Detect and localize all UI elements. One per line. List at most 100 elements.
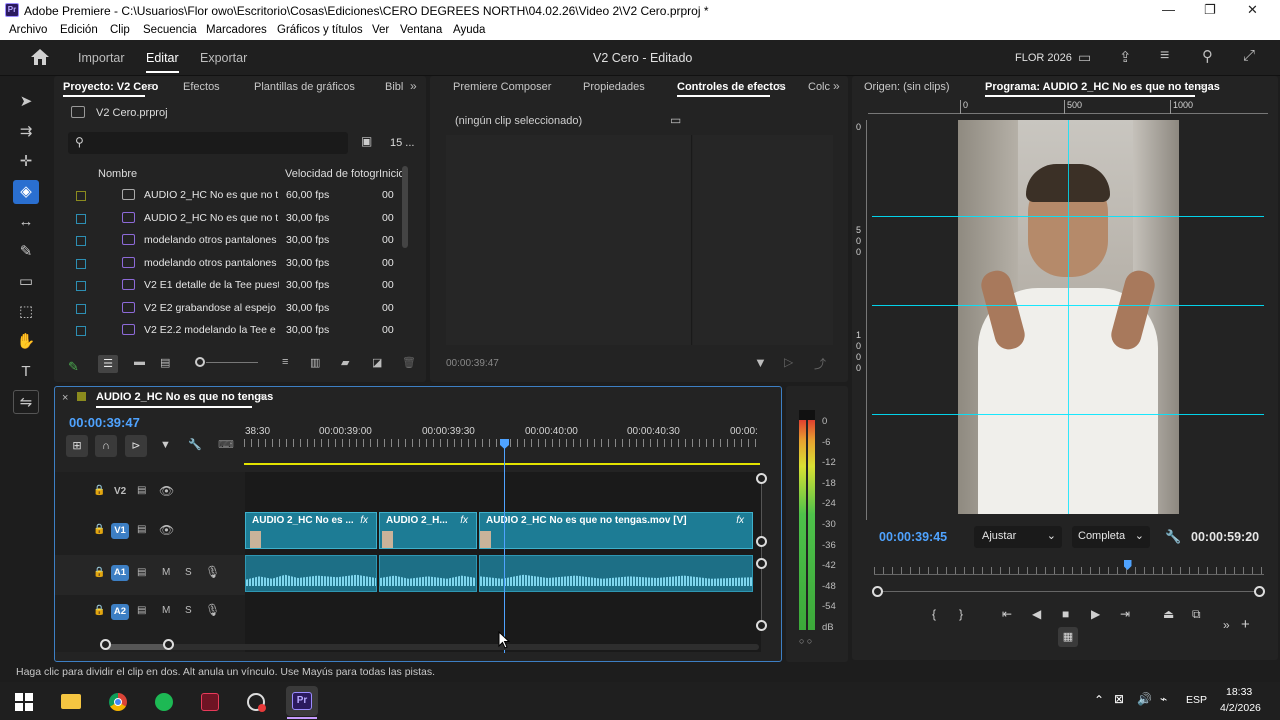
track-a2-label[interactable]: A2: [111, 604, 129, 620]
zoom-bar-track[interactable]: [874, 591, 1262, 592]
clock-date[interactable]: 4/2/2026: [1220, 702, 1261, 714]
sync-lock-icon[interactable]: ▤: [137, 485, 146, 496]
add-marker-icon[interactable]: ▼: [160, 439, 171, 451]
speedtest-icon[interactable]: [240, 688, 272, 716]
project-list-item[interactable]: V2 E2 grabandose al espejo c 30,00 fps 00: [66, 298, 406, 320]
captions-icon[interactable]: ⌨: [218, 438, 234, 451]
play-audio-icon[interactable]: ▷: [784, 355, 793, 369]
fit-dropdown[interactable]: Ajustar ⌄: [974, 526, 1062, 548]
lock-icon[interactable]: 🔒: [93, 567, 105, 578]
tab-menu-icon[interactable]: ≡: [1200, 81, 1206, 93]
solo-buttons[interactable]: ○ ○: [799, 636, 812, 646]
tab-premiere-composer[interactable]: Premiere Composer: [453, 81, 551, 93]
tab-effect-controls[interactable]: Controles de efectos: [677, 81, 786, 93]
label-color-swatch[interactable]: [76, 213, 86, 224]
razor-tool-icon[interactable]: ◈: [13, 180, 39, 204]
menu-lines-icon[interactable]: ≡: [1160, 47, 1169, 65]
project-list-item[interactable]: AUDIO 2_HC No es que no t 60,00 fps 00: [66, 185, 406, 207]
label-color-swatch[interactable]: [76, 258, 86, 269]
tray-app-icon[interactable]: ⊠: [1114, 692, 1124, 706]
step-back-icon[interactable]: ◀: [1032, 607, 1041, 621]
go-to-in-icon[interactable]: ⇤: [1002, 607, 1012, 621]
menu-clip[interactable]: Clip: [110, 24, 130, 36]
fullscreen-icon[interactable]: ⤢: [1243, 47, 1255, 64]
project-list-item[interactable]: modelando otros pantalones 30,00 fps 00: [66, 253, 406, 275]
track-v1-label[interactable]: V1: [111, 523, 129, 539]
stop-icon[interactable]: ■: [1062, 607, 1069, 621]
tab-menu-icon[interactable]: ≡: [147, 81, 153, 93]
program-time-ruler[interactable]: [874, 567, 1264, 575]
video-clip-2[interactable]: AUDIO 2_H... fx: [379, 512, 477, 549]
sync-lock-icon[interactable]: ▤: [137, 567, 146, 578]
share-icon[interactable]: ⇪: [1119, 48, 1132, 66]
eye-icon[interactable]: 👁: [159, 484, 174, 498]
network-icon[interactable]: ⌁: [1160, 692, 1167, 706]
freeform-view-icon[interactable]: ▤: [160, 356, 170, 369]
loop-audio-icon[interactable]: ⤴: [814, 355, 826, 372]
video-clip-1[interactable]: AUDIO 2_HC No es ... fx: [245, 512, 377, 549]
new-item-icon[interactable]: ◪: [372, 356, 382, 369]
zoom-handle-right[interactable]: [163, 639, 174, 650]
lock-icon[interactable]: 🔒: [93, 524, 105, 535]
track-select-tool-icon[interactable]: ⇉: [13, 120, 39, 144]
zoom-bar-right-handle[interactable]: [1254, 586, 1265, 597]
lock-icon[interactable]: 🔒: [93, 605, 105, 616]
insert-sequence-icon[interactable]: ⊞: [66, 435, 88, 457]
project-list-item[interactable]: AUDIO 2_HC No es que no t 30,00 fps 00: [66, 208, 406, 230]
video-scroll-handle-bottom[interactable]: [756, 536, 767, 547]
menu-archivo[interactable]: Archivo: [9, 24, 47, 36]
filter-icon[interactable]: ▼: [754, 355, 767, 370]
linked-selection-icon[interactable]: ⊳: [125, 435, 147, 457]
tab-graphics-templates[interactable]: Plantillas de gráficos: [254, 81, 355, 93]
volume-icon[interactable]: 🔊: [1137, 692, 1152, 706]
label-color-swatch[interactable]: [76, 236, 86, 246]
close-sequence-icon[interactable]: ×: [62, 392, 68, 404]
spotify-icon[interactable]: [148, 688, 180, 716]
timeline-playhead[interactable]: [504, 439, 505, 653]
lock-icon[interactable]: 🔒: [93, 485, 105, 496]
tab-menu-icon[interactable]: ≡: [260, 391, 266, 403]
work-area-bar[interactable]: [244, 463, 760, 465]
new-bin-icon[interactable]: ▰: [341, 356, 349, 369]
zoom-handle-left[interactable]: [100, 639, 111, 650]
add-button-icon[interactable]: +: [1241, 616, 1250, 633]
project-list-item[interactable]: modelando otros pantalones 30,00 fps 00: [66, 230, 406, 252]
hand-tool-icon[interactable]: ✋: [13, 330, 39, 354]
search-icon[interactable]: ⚲: [1202, 47, 1213, 65]
more-tabs-icon[interactable]: »: [410, 79, 417, 93]
pencil-icon[interactable]: ✎: [68, 359, 79, 375]
tab-properties[interactable]: Propiedades: [583, 81, 645, 93]
ripple-edit-tool-icon[interactable]: ✛: [13, 150, 39, 174]
project-list-item[interactable]: V2 E2.2 modelando la Tee e 30,00 fps 00: [66, 320, 406, 342]
zoom-select-tool-icon[interactable]: ⬚: [13, 300, 39, 324]
project-search-input[interactable]: ⚲: [68, 132, 348, 154]
sync-lock-icon[interactable]: ▤: [137, 605, 146, 616]
type-tool-icon[interactable]: T: [13, 360, 39, 384]
menu-ayuda[interactable]: Ayuda: [453, 24, 485, 36]
workspace-exportar[interactable]: Exportar: [200, 51, 247, 65]
workspace-editar[interactable]: Editar: [146, 51, 179, 65]
clock-time[interactable]: 18:33: [1226, 686, 1252, 698]
timeline-settings-icon[interactable]: 🔧: [188, 438, 202, 451]
microphone-icon[interactable]: 🎙: [205, 603, 220, 617]
toggle-timeline-icon[interactable]: ▭: [670, 113, 681, 127]
step-forward-icon[interactable]: ▶: [1091, 607, 1100, 621]
tab-effects[interactable]: Efectos: [183, 81, 220, 93]
column-name[interactable]: Nombre: [98, 168, 137, 180]
zoom-slider-track[interactable]: [206, 362, 258, 363]
tab-program[interactable]: Programa: AUDIO 2_HC No es que no tengas: [985, 81, 1220, 93]
timeline-timecode[interactable]: 00:00:39:47: [69, 415, 140, 430]
pen-tool-icon[interactable]: ✎: [13, 240, 39, 264]
menu-ventana[interactable]: Ventana: [400, 24, 442, 36]
audio-clip-1[interactable]: [245, 555, 377, 592]
menu-ver[interactable]: Ver: [372, 24, 389, 36]
video-clip-3[interactable]: AUDIO 2_HC No es que no tengas.mov [V] f…: [479, 512, 753, 549]
microphone-icon[interactable]: 🎙: [205, 565, 220, 579]
more-controls-icon[interactable]: »: [1223, 618, 1230, 632]
tab-source[interactable]: Origen: (sin clips): [864, 81, 950, 93]
column-start[interactable]: Inicio: [379, 168, 405, 180]
horizontal-scroll-thumb[interactable]: [104, 644, 168, 650]
minimize-button[interactable]: —: [1162, 2, 1175, 17]
menu-graficos[interactable]: Gráficos y títulos: [277, 24, 363, 36]
red-app-icon[interactable]: [194, 688, 226, 716]
